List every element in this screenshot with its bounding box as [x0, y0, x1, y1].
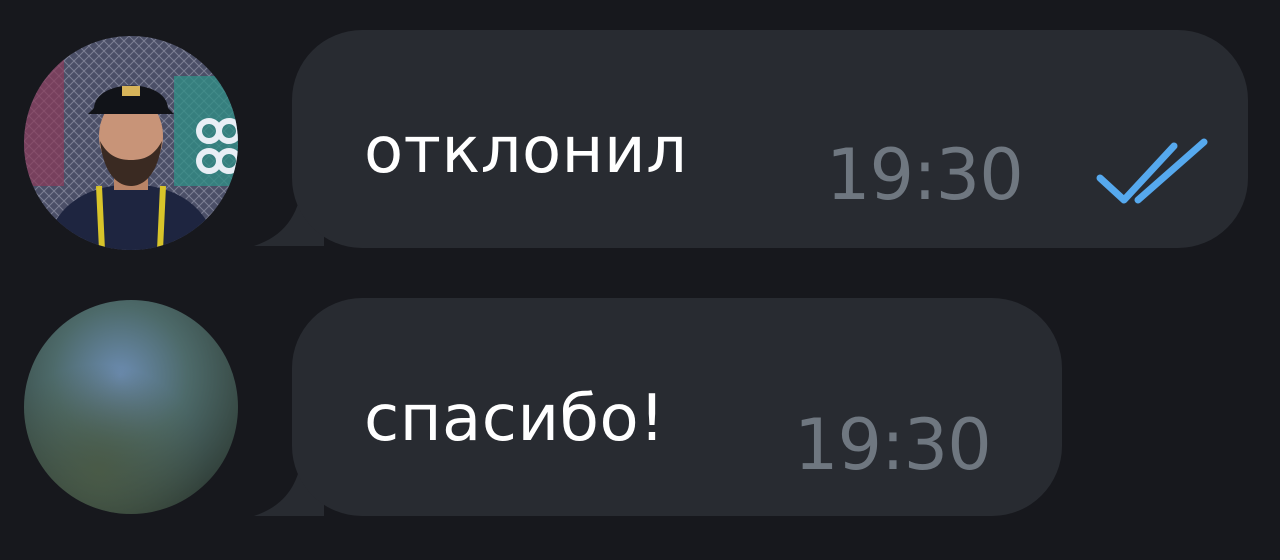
avatar[interactable] — [24, 300, 238, 514]
message-time: 19:30 — [794, 404, 992, 486]
message-bubble[interactable]: отклонил 19:30 — [292, 30, 1248, 248]
message-text: спасибо! — [364, 382, 666, 456]
message-row: отклонил 19:30 — [0, 0, 1280, 270]
message-time: 19:30 — [826, 134, 1024, 216]
message-text: отклонил — [364, 114, 688, 188]
message-bubble[interactable]: спасибо! 19:30 — [292, 298, 1062, 516]
chat-history: отклонил 19:30 спасибо! 19:30 — [0, 0, 1280, 560]
avatar-photo-blurred — [24, 300, 238, 514]
double-check-icon — [1096, 138, 1208, 204]
message-row: спасибо! 19:30 — [0, 270, 1280, 560]
avatar[interactable] — [24, 36, 238, 250]
avatar-photo — [24, 36, 238, 250]
